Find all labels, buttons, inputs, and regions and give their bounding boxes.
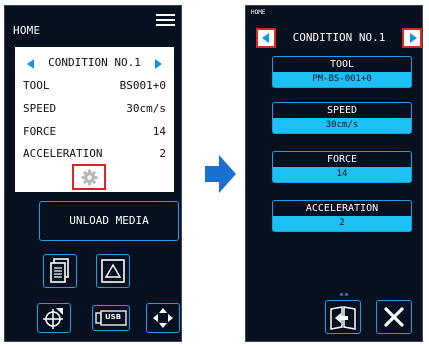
unload-media-button[interactable]: UNLOAD MEDIA: [39, 201, 179, 241]
param-row-tool: TOOL BS001+0: [23, 79, 166, 93]
document-button[interactable]: [43, 254, 77, 288]
screen-title: HOME: [13, 24, 41, 37]
next-condition-button[interactable]: [402, 28, 422, 48]
field-label: TOOL: [329, 59, 355, 70]
field-value: 30cm/s: [273, 118, 411, 133]
menu-icon[interactable]: [156, 14, 175, 29]
param-row-force: FORCE 14: [23, 125, 166, 139]
close-icon: [384, 307, 404, 327]
book-return-icon: [330, 306, 356, 330]
move-arrows-icon: [153, 308, 173, 328]
triangle-icon: [101, 259, 125, 283]
acceleration-field[interactable]: ACCELERATION 2: [272, 200, 412, 232]
param-label: FORCE: [23, 125, 57, 138]
usb-button[interactable]: USB: [92, 305, 130, 331]
field-value: 2: [273, 216, 411, 231]
condition-header: CONDITION NO.1: [15, 55, 174, 71]
param-label: SPEED: [23, 102, 57, 115]
param-value: 14: [152, 125, 166, 138]
condition-title: CONDITION NO.1: [292, 31, 386, 44]
param-value: 2: [159, 147, 166, 160]
gear-icon[interactable]: [81, 169, 98, 186]
speed-field[interactable]: SPEED 30cm/s: [272, 102, 412, 134]
param-value: 30cm/s: [126, 102, 166, 115]
right-arrow-icon: [410, 33, 417, 43]
field-label: ACCELERATION: [305, 203, 379, 214]
home-label: HOME: [251, 9, 266, 16]
field-label: FORCE: [326, 154, 358, 165]
param-label: ACCELERATION: [23, 147, 103, 160]
param-row-acceleration: ACCELERATION 2: [23, 147, 166, 161]
origin-button[interactable]: [37, 303, 71, 333]
prev-condition-button[interactable]: [256, 28, 276, 48]
next-condition-icon[interactable]: [155, 59, 162, 69]
param-row-speed: SPEED 30cm/s: [23, 102, 166, 116]
condition-card: CONDITION NO.1 TOOL BS001+0 SPEED 30cm/s…: [15, 47, 174, 192]
move-button[interactable]: [146, 303, 180, 333]
field-value: PM-BS-001+0: [273, 72, 411, 87]
force-field[interactable]: FORCE 14: [272, 151, 412, 183]
param-label: TOOL: [23, 79, 50, 92]
book-return-button[interactable]: [325, 300, 361, 334]
origin-crosshair-icon: [43, 308, 63, 329]
home-screen: HOME CONDITION NO.1 TOOL BS001+0 SPEED 3…: [4, 5, 182, 342]
tool-field[interactable]: TOOL PM-BS-001+0: [272, 56, 412, 88]
condition-screen: HOME CONDITION NO.1 TOOL PM-BS-001+0 SPE…: [245, 5, 423, 342]
flow-arrow-icon: [205, 155, 236, 193]
field-value: 14: [273, 167, 411, 182]
usb-label: USB: [105, 313, 122, 321]
triangle-button[interactable]: [96, 254, 130, 288]
document-icon: [50, 258, 69, 283]
page-indicator-dot: [340, 293, 343, 296]
condition-header: CONDITION NO.1: [256, 28, 422, 48]
param-value: BS001+0: [119, 79, 166, 92]
field-label: SPEED: [326, 105, 358, 116]
condition-title: CONDITION NO.1: [48, 56, 141, 69]
settings-highlight[interactable]: [72, 164, 106, 190]
left-arrow-icon: [262, 33, 269, 43]
close-button[interactable]: [376, 300, 412, 334]
page-indicator-dot: [345, 293, 348, 296]
